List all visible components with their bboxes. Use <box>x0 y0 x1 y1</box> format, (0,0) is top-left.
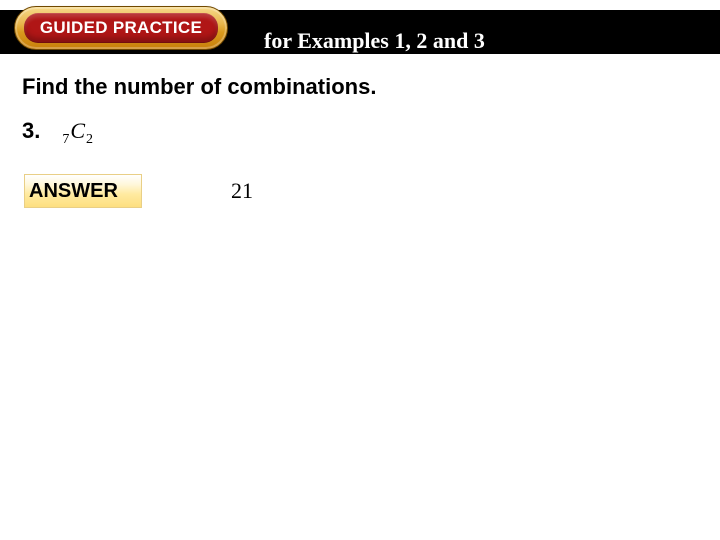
combination-r: 2 <box>86 132 93 148</box>
combination-expression: 7 C 2 <box>62 118 93 144</box>
instruction-text: Find the number of combinations. <box>22 74 376 100</box>
answer-badge: ANSWER <box>24 174 142 208</box>
problem-number: 3. <box>22 118 40 144</box>
header-subtitle: for Examples 1, 2 and 3 <box>264 28 485 54</box>
guided-practice-label: GUIDED PRACTICE <box>40 18 202 38</box>
combination-symbol: C <box>70 118 85 144</box>
combination-n: 7 <box>62 132 69 148</box>
problem-row: 3. 7 C 2 <box>22 118 93 144</box>
guided-practice-badge-inner: GUIDED PRACTICE <box>24 13 218 43</box>
slide: for Examples 1, 2 and 3 GUIDED PRACTICE … <box>0 0 720 540</box>
guided-practice-badge: GUIDED PRACTICE <box>14 6 228 50</box>
answer-value: 21 <box>231 178 253 204</box>
answer-label: ANSWER <box>29 180 118 203</box>
